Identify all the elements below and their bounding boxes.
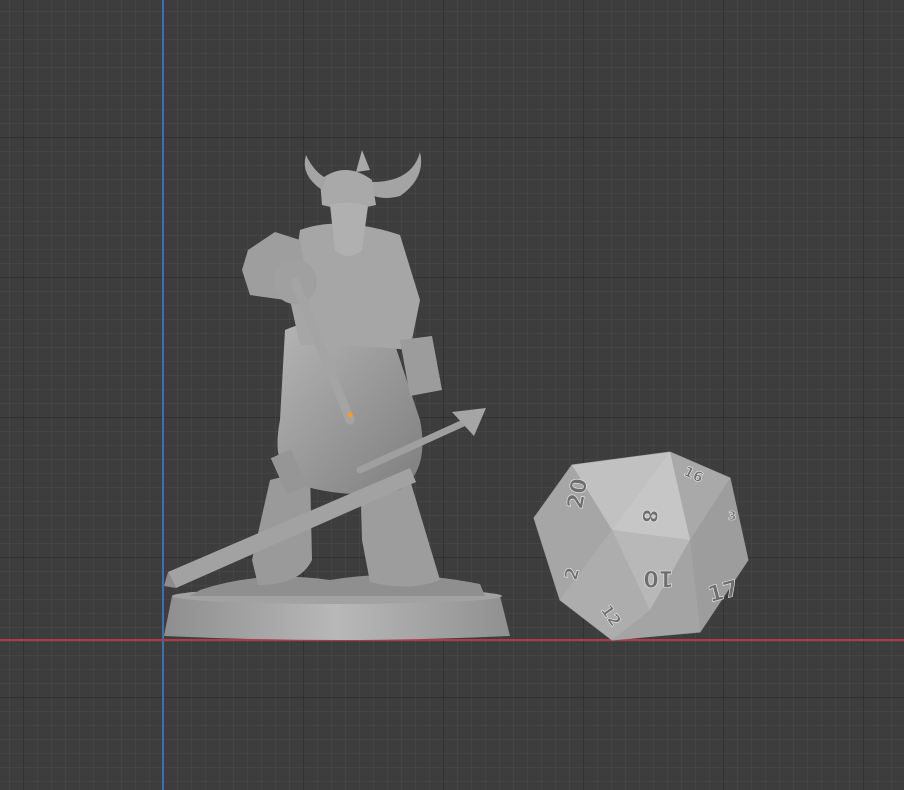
die-number: 3 [728, 509, 736, 523]
right-horn [372, 152, 422, 198]
viking-helmet [320, 170, 376, 209]
scene-canvas[interactable]: 20 8 16 3 2 10 17 12 [0, 0, 904, 790]
helmet-spike [356, 150, 370, 172]
left-horn [304, 155, 326, 190]
object-origin-marker [347, 412, 353, 418]
axe-head [452, 408, 486, 436]
d20-die[interactable]: 20 8 16 3 2 10 17 12 [533, 451, 749, 641]
die-number: 8 [637, 508, 662, 524]
ground-rubble [190, 574, 485, 596]
die-number: 20 [563, 477, 593, 512]
die-number: 10 [643, 565, 674, 590]
3d-viewport[interactable]: 20 8 16 3 2 10 17 12 [0, 0, 904, 790]
skeleton-viking-miniature[interactable] [164, 150, 510, 640]
